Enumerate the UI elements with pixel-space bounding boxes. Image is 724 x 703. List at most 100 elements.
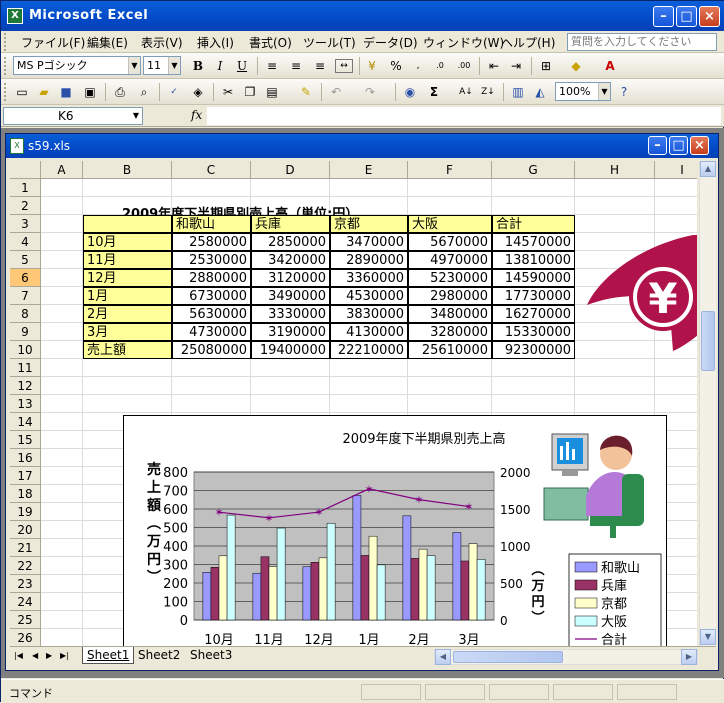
sales-chart[interactable]: 2009年度下半期県別売上高 0 100 200 300 400 500 600 700 800… xyxy=(123,415,667,646)
menu-help[interactable]: ヘルプ(H) xyxy=(501,34,555,51)
menu-data[interactable]: データ(D) xyxy=(363,34,418,51)
row-header[interactable]: 16 xyxy=(10,449,41,467)
decrease-indent-icon[interactable]: ⇤ xyxy=(485,57,503,75)
menu-tools[interactable]: ツール(T) xyxy=(303,34,356,51)
table-cell[interactable]: 11月 xyxy=(83,251,172,269)
table-cell[interactable]: 3120000 xyxy=(251,269,330,287)
row-header[interactable]: 5 xyxy=(10,251,41,269)
column-header[interactable]: D xyxy=(251,161,330,179)
formula-input[interactable] xyxy=(207,107,721,125)
merge-center-icon[interactable]: ↔ xyxy=(335,59,353,73)
column-header[interactable]: I xyxy=(655,161,697,179)
redo-icon[interactable]: ↷ xyxy=(361,83,379,101)
undo-icon[interactable]: ↶ xyxy=(327,83,345,101)
tab-sheet2[interactable]: Sheet2 xyxy=(134,647,184,664)
bold-button[interactable]: B xyxy=(189,57,207,75)
column-header[interactable]: C xyxy=(172,161,251,179)
italic-button[interactable]: I xyxy=(211,57,229,75)
column-header[interactable]: A xyxy=(41,161,83,179)
column-header[interactable]: H xyxy=(575,161,655,179)
align-left-icon[interactable]: ≡ xyxy=(263,57,281,75)
increase-decimal-icon[interactable]: .0 xyxy=(431,57,449,75)
row-header[interactable]: 3 xyxy=(10,215,41,233)
underline-button[interactable]: U xyxy=(233,57,251,75)
table-cell[interactable]: 4970000 xyxy=(408,251,492,269)
row-header[interactable]: 2 xyxy=(10,197,41,215)
row-header[interactable]: 14 xyxy=(10,413,41,431)
select-all-button[interactable] xyxy=(10,161,41,179)
row-header[interactable]: 13 xyxy=(10,395,41,413)
row-header[interactable]: 23 xyxy=(10,575,41,593)
spreadsheet-grid[interactable]: A B C D E F G H I 1 2 3 4 5 6 7 8 9 10 11 12 13 14 15 16 17 18 19 20… xyxy=(10,161,697,646)
paste-icon[interactable]: ▤ xyxy=(263,83,281,101)
table-cell[interactable]: 3月 xyxy=(83,323,172,341)
header-cell[interactable] xyxy=(83,215,172,233)
help-question-box[interactable]: 質問を入力してください xyxy=(567,33,717,51)
workbook-minimize-button[interactable]: – xyxy=(648,136,667,155)
total-cell[interactable]: 25080000 xyxy=(172,341,251,359)
autosum-button[interactable]: Σ xyxy=(425,83,443,101)
row-header[interactable]: 18 xyxy=(10,485,41,503)
new-document-icon[interactable]: ▭ xyxy=(13,83,31,101)
menu-file[interactable]: ファイル(F) xyxy=(21,34,85,51)
increase-indent-icon[interactable]: ⇥ xyxy=(507,57,525,75)
table-cell[interactable]: 2880000 xyxy=(172,269,251,287)
table-cell[interactable]: 12月 xyxy=(83,269,172,287)
fill-color-icon[interactable]: ◆ xyxy=(567,57,585,75)
font-name-combo[interactable]: MS Pゴシック ▼ xyxy=(13,56,141,75)
total-cell[interactable]: 25610000 xyxy=(408,341,492,359)
permission-icon[interactable]: ▣ xyxy=(81,83,99,101)
spelling-icon[interactable]: ✓ xyxy=(165,83,183,101)
zoom-combo[interactable]: 100% ▼ xyxy=(555,82,611,101)
table-cell[interactable]: 4730000 xyxy=(172,323,251,341)
currency-icon[interactable]: ¥ xyxy=(363,57,381,75)
scroll-up-icon[interactable]: ▲ xyxy=(700,161,716,177)
print-preview-icon[interactable]: ⌕ xyxy=(135,83,153,101)
row-header[interactable]: 21 xyxy=(10,539,41,557)
table-cell[interactable]: 6730000 xyxy=(172,287,251,305)
row-header[interactable]: 15 xyxy=(10,431,41,449)
open-folder-icon[interactable]: ▰ xyxy=(35,83,53,101)
row-header[interactable]: 19 xyxy=(10,503,41,521)
table-cell[interactable]: 3420000 xyxy=(251,251,330,269)
column-header[interactable]: E xyxy=(330,161,408,179)
header-cell[interactable]: 和歌山 xyxy=(172,215,251,233)
table-cell[interactable]: 15330000 xyxy=(492,323,575,341)
scroll-down-icon[interactable]: ▼ xyxy=(700,629,716,645)
toolbar-grip[interactable] xyxy=(4,83,8,101)
row-header[interactable]: 12 xyxy=(10,377,41,395)
row-header[interactable]: 22 xyxy=(10,557,41,575)
chevron-down-icon[interactable]: ▼ xyxy=(598,83,610,100)
table-cell[interactable]: 2月 xyxy=(83,305,172,323)
total-cell[interactable]: 19400000 xyxy=(251,341,330,359)
table-cell[interactable]: 3190000 xyxy=(251,323,330,341)
menu-edit[interactable]: 編集(E) xyxy=(87,34,128,51)
row-header[interactable]: 25 xyxy=(10,611,41,629)
hyperlink-icon[interactable]: ◉ xyxy=(401,83,419,101)
table-cell[interactable]: 3480000 xyxy=(408,305,492,323)
table-cell[interactable]: 14590000 xyxy=(492,269,575,287)
drawing-icon[interactable]: ◭ xyxy=(531,83,549,101)
decrease-decimal-icon[interactable]: .00 xyxy=(455,57,473,75)
table-cell[interactable]: 3330000 xyxy=(251,305,330,323)
table-cell[interactable]: 16270000 xyxy=(492,305,575,323)
row-header[interactable]: 7 xyxy=(10,287,41,305)
print-icon[interactable]: ⎙ xyxy=(111,83,129,101)
table-cell[interactable]: 17730000 xyxy=(492,287,575,305)
research-icon[interactable]: ◈ xyxy=(189,83,207,101)
table-cell[interactable]: 4530000 xyxy=(330,287,408,305)
tab-sheet3[interactable]: Sheet3 xyxy=(186,647,236,664)
cut-icon[interactable]: ✂ xyxy=(219,83,237,101)
total-cell[interactable]: 22210000 xyxy=(330,341,408,359)
row-header[interactable]: 10 xyxy=(10,341,41,359)
column-header[interactable]: G xyxy=(492,161,575,179)
borders-icon[interactable]: ⊞ xyxy=(537,57,555,75)
maximize-button[interactable]: □ xyxy=(676,6,697,27)
workbook-maximize-button[interactable]: □ xyxy=(669,136,688,155)
chevron-down-icon[interactable]: ▼ xyxy=(168,57,180,74)
row-header[interactable]: 9 xyxy=(10,323,41,341)
row-header[interactable]: 24 xyxy=(10,593,41,611)
insert-function-icon[interactable]: fx xyxy=(191,108,202,122)
vertical-scrollbar[interactable]: ▲ ▼ xyxy=(699,161,716,646)
header-cell[interactable]: 兵庫 xyxy=(251,215,330,233)
